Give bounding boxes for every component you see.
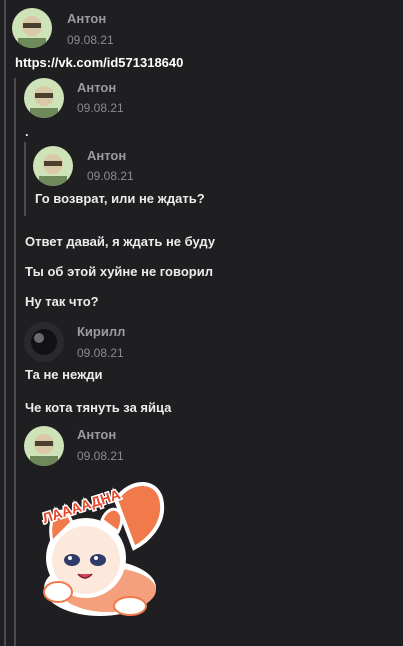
author-name[interactable]: Антон — [87, 148, 126, 163]
message-text: Го возврат, или не ждать? — [35, 191, 205, 206]
message-text: Че кота тянуть за яйца — [25, 400, 172, 415]
message-date: 09.08.21 — [87, 169, 134, 183]
profile-link[interactable]: https://vk.com/id571318640 — [15, 55, 183, 70]
avatar-anton[interactable] — [24, 426, 64, 466]
author-name[interactable]: Кирилл — [77, 324, 125, 339]
message-date: 09.08.21 — [67, 33, 114, 47]
author-name[interactable]: Антон — [77, 427, 116, 442]
thread-line-outer — [4, 0, 6, 646]
thread-line-level3 — [24, 142, 26, 216]
sticker-cat[interactable]: ЛААААДНА — [38, 470, 178, 620]
avatar-anton[interactable] — [33, 146, 73, 186]
message-text: Ответ давай, я ждать не буду — [25, 234, 216, 249]
message-date: 09.08.21 — [77, 346, 124, 360]
message-text: . — [25, 124, 29, 139]
message-date: 09.08.21 — [77, 101, 124, 115]
avatar-anton[interactable] — [12, 8, 52, 48]
message-text: Ну так что? — [25, 294, 99, 309]
thread-line-level2 — [14, 78, 16, 646]
avatar-kirill[interactable] — [24, 322, 64, 362]
message-date: 09.08.21 — [77, 449, 124, 463]
avatar-anton[interactable] — [24, 78, 64, 118]
author-name[interactable]: Антон — [77, 80, 116, 95]
message-text: Та не нежди — [25, 367, 103, 382]
message-text: Ты об этой хуйне не говорил — [25, 264, 213, 279]
author-name[interactable]: Антон — [67, 11, 106, 26]
